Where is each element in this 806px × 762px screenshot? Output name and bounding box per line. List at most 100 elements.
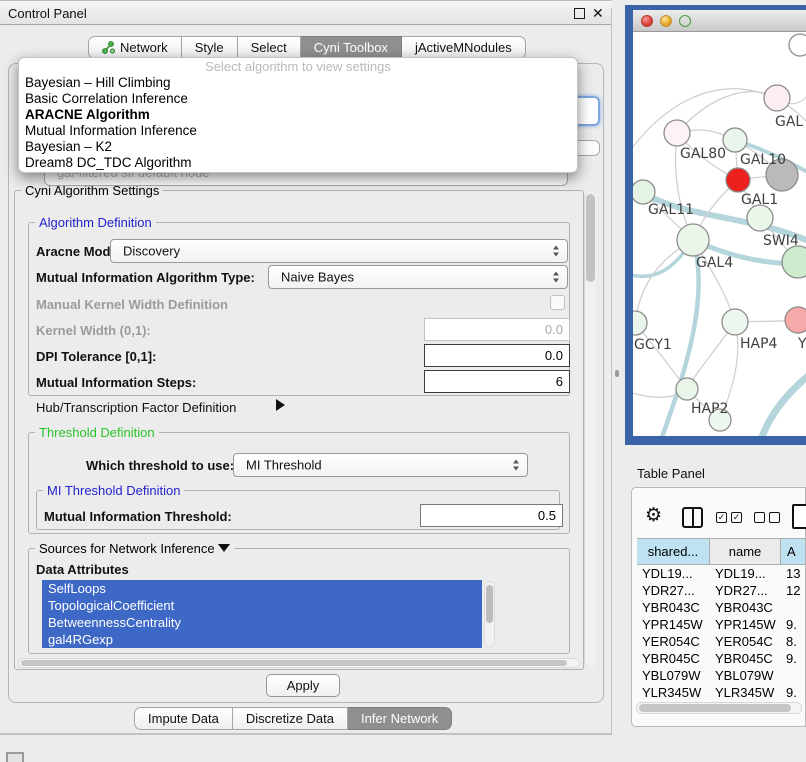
kernel-width-field[interactable]: 0.0 <box>424 318 570 341</box>
node-label: GCY1 <box>634 337 672 353</box>
table-row[interactable]: YBR043C YBR043C <box>637 599 806 616</box>
node[interactable] <box>633 311 647 335</box>
document-icon[interactable] <box>792 504 806 529</box>
tab-select[interactable]: Select <box>238 36 301 59</box>
node[interactable] <box>723 128 747 152</box>
node[interactable] <box>785 307 806 333</box>
table-row[interactable]: YPR145W YPR145W 9. <box>637 616 806 633</box>
which-threshold-combo[interactable]: MI Threshold <box>233 453 528 477</box>
tab-style[interactable]: Style <box>182 36 238 59</box>
node[interactable] <box>782 246 806 278</box>
manual-kernel-checkbox[interactable] <box>550 295 565 310</box>
cell: YBR045C <box>710 650 781 667</box>
control-window-right-edge <box>611 8 612 735</box>
node[interactable] <box>664 120 690 146</box>
spinner-icon <box>553 272 560 283</box>
dropdown-list: Bayesian – Hill Climbing Basic Correlati… <box>19 75 577 171</box>
attribute-item[interactable]: SelfLoops <box>42 580 482 597</box>
mi-threshold-definition-title: MI Threshold Definition <box>43 483 184 498</box>
attribute-item[interactable]: BetweennessCentrality <box>42 614 482 631</box>
dpi-tolerance-field[interactable]: 0.0 <box>424 344 570 367</box>
hub-section-label[interactable]: Hub/Transcription Factor Definition <box>36 400 236 415</box>
dropdown-item[interactable]: Mutual Information Inference <box>19 123 577 139</box>
tab-network[interactable]: Network <box>88 36 182 59</box>
node-selected[interactable] <box>726 168 750 192</box>
mi-type-combo[interactable]: Naive Bayes <box>268 265 568 289</box>
kernel-width-label: Kernel Width (0,1): <box>36 323 151 338</box>
close-icon[interactable]: ✕ <box>592 5 604 22</box>
network-canvas[interactable]: GAL80 GAL10 GAL GAL11 GAL1 SWI4 GAL4 GCY… <box>633 32 806 436</box>
dropdown-item[interactable]: Dream8 DC_TDC Algorithm <box>19 155 577 171</box>
network-window-titlebar[interactable] <box>633 10 806 32</box>
table-row[interactable]: YDL19... YDL19... 13 <box>637 565 806 582</box>
cell: 8. <box>781 633 806 650</box>
collapsed-panel-icon[interactable] <box>6 752 24 762</box>
attribute-list-scrollbar[interactable] <box>484 581 495 647</box>
table-row[interactable]: YER054C YER054C 8. <box>637 633 806 650</box>
control-panel-titlebar: Control Panel ✕ <box>0 0 612 25</box>
combo-value: MI Threshold <box>246 458 322 473</box>
checked-checkbox-icon[interactable]: ✓ <box>731 512 742 523</box>
dropdown-item-selected[interactable]: ARACNE Algorithm <box>19 107 577 123</box>
apply-button[interactable]: Apply <box>266 674 340 697</box>
gear-icon[interactable]: ⚙ <box>645 505 662 527</box>
zoom-traffic-light[interactable] <box>679 15 691 27</box>
minimize-traffic-light[interactable] <box>660 15 672 27</box>
column-header-shared[interactable]: shared... <box>637 539 710 564</box>
dropdown-item[interactable]: Bayesian – K2 <box>19 139 577 155</box>
node[interactable] <box>676 378 698 400</box>
tab-label: Select <box>251 37 287 59</box>
mi-threshold-field[interactable]: 0.5 <box>420 504 563 527</box>
columns-icon[interactable] <box>682 507 703 528</box>
node[interactable] <box>789 34 806 56</box>
scrollbar-thumb[interactable] <box>21 660 567 666</box>
column-header-name[interactable]: name <box>710 539 781 564</box>
column-header-partial[interactable]: A <box>781 539 806 564</box>
cell: YDL19... <box>710 565 781 582</box>
attribute-item[interactable]: TopologicalCoefficient <box>42 597 482 614</box>
table-horizontal-scrollbar[interactable] <box>636 702 802 714</box>
node[interactable] <box>722 309 748 335</box>
attribute-item[interactable]: gal4RGexp <box>42 631 482 648</box>
collapse-down-icon <box>218 544 230 552</box>
scrollbar-thumb[interactable] <box>586 194 595 282</box>
cell: 9. <box>781 684 806 701</box>
tab-cyni-toolbox[interactable]: Cyni Toolbox <box>301 36 402 59</box>
settings-horizontal-scrollbar[interactable] <box>18 658 580 668</box>
dropdown-item[interactable]: Basic Correlation Inference <box>19 91 577 107</box>
float-icon[interactable] <box>574 8 585 19</box>
tab-discretize-data[interactable]: Discretize Data <box>233 707 348 730</box>
node[interactable] <box>633 180 655 204</box>
table-row[interactable]: YLR345W YLR345W 9. <box>637 684 806 701</box>
table-row[interactable]: YDR27... YDR27... 12 <box>637 582 806 599</box>
settings-vertical-scrollbar[interactable] <box>584 192 596 668</box>
mi-steps-field[interactable]: 6 <box>424 370 570 393</box>
tab-jactivemnodules[interactable]: jActiveMNodules <box>402 36 526 59</box>
splitter-handle[interactable] <box>615 370 619 377</box>
dropdown-item[interactable]: Bayesian – Hill Climbing <box>19 75 577 91</box>
unchecked-checkbox-icon[interactable] <box>754 512 765 523</box>
close-traffic-light[interactable] <box>641 15 653 27</box>
spinner-icon <box>513 460 520 471</box>
checked-checkbox-icon[interactable]: ✓ <box>716 512 727 523</box>
tab-impute-data[interactable]: Impute Data <box>134 707 233 730</box>
node[interactable] <box>764 85 790 111</box>
tab-infer-network[interactable]: Infer Network <box>348 707 452 730</box>
mi-type-label: Mutual Information Algorithm Type: <box>36 270 255 285</box>
tab-label: Discretize Data <box>246 708 334 730</box>
cell: YPR145W <box>710 616 781 633</box>
spinner-icon <box>553 246 560 257</box>
node[interactable] <box>677 224 709 256</box>
table-row[interactable]: YBL079W YBL079W <box>637 667 806 684</box>
unchecked-checkbox-icon[interactable] <box>769 512 780 523</box>
bottom-tabbar: Impute Data Discretize Data Infer Networ… <box>134 707 452 730</box>
sources-group-title[interactable]: Sources for Network Inference <box>35 541 234 556</box>
table-panel-title: Table Panel <box>637 466 705 481</box>
expand-right-icon[interactable] <box>276 399 285 411</box>
node[interactable] <box>747 205 773 231</box>
aracne-mode-combo[interactable]: Discovery <box>110 239 568 263</box>
scrollbar-thumb[interactable] <box>486 585 493 623</box>
table-row[interactable]: YBR045C YBR045C 9. <box>637 650 806 667</box>
scrollbar-thumb[interactable] <box>639 704 791 712</box>
cell: YBL079W <box>710 667 781 684</box>
